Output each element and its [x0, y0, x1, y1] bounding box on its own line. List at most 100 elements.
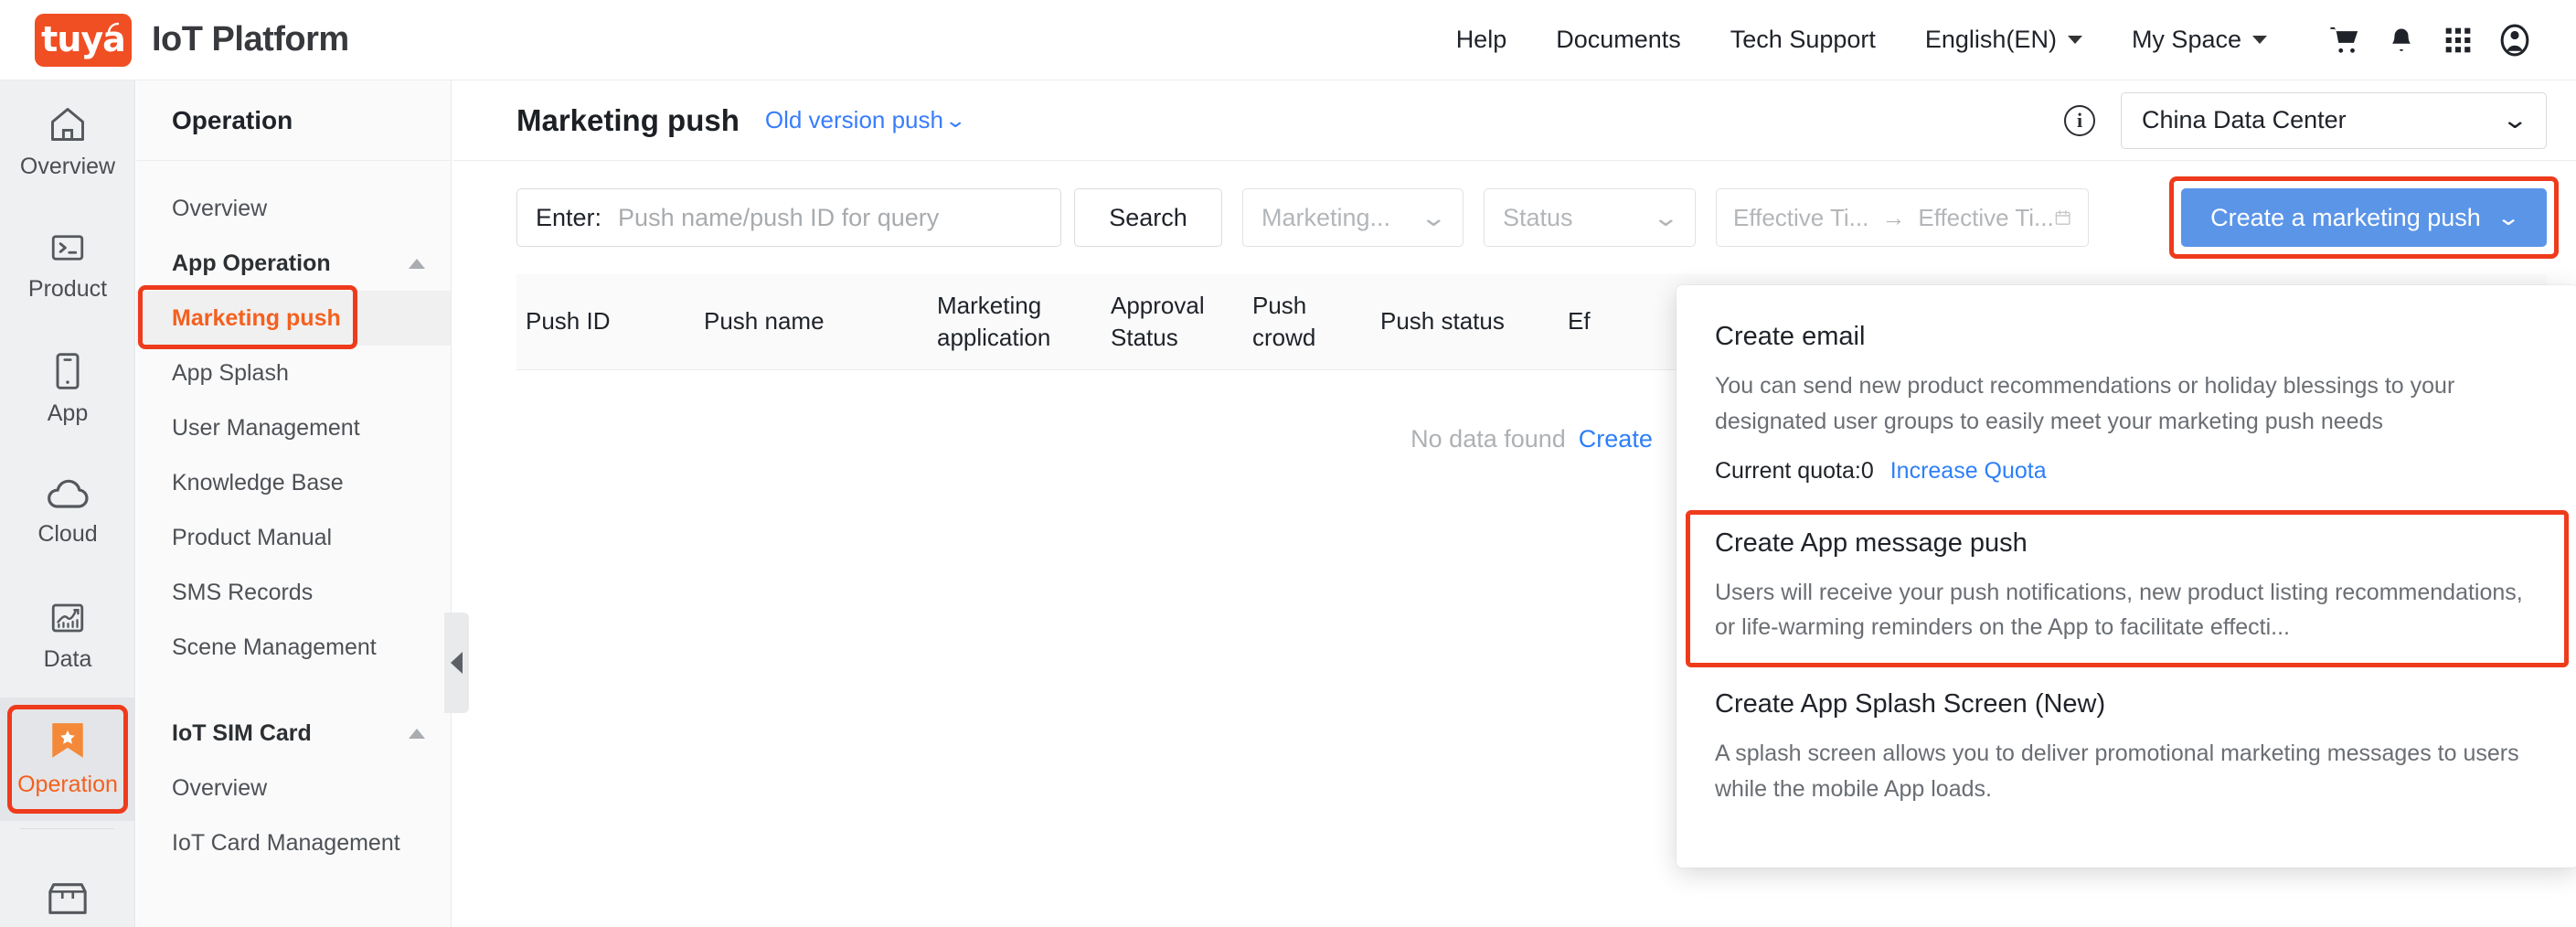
effective-time-start: Effective Ti... — [1733, 203, 1869, 231]
box-icon — [48, 882, 87, 914]
data-center-value: China Data Center — [2142, 106, 2347, 133]
empty-state-create-link[interactable]: Create — [1579, 425, 1653, 453]
nav-help[interactable]: Help — [1456, 26, 1507, 54]
bookmark-star-icon — [52, 723, 83, 758]
column-header-push-name: Push name — [704, 307, 825, 336]
sidebar-item-extra[interactable] — [0, 836, 135, 927]
chevron-up-icon — [409, 258, 425, 269]
menu-item-create-app-message-push-title: Create App message push — [1715, 527, 2028, 558]
sidebar-group-iot-sim-card[interactable]: IoT SIM Card — [136, 706, 451, 761]
sidebar-item-sms-records-label: SMS Records — [172, 579, 314, 605]
home-icon — [51, 108, 84, 141]
search-box[interactable]: Enter: — [516, 188, 1061, 247]
sidebar-group-app-operation-label: App Operation — [172, 250, 331, 276]
create-marketing-push-label: Create a marketing push — [2210, 203, 2481, 231]
rail-divider — [20, 828, 114, 829]
sidebar-item-sim-overview[interactable]: Overview — [136, 761, 451, 815]
search-button[interactable]: Search — [1074, 188, 1222, 247]
effective-time-range-picker[interactable]: Effective Ti... → Effective Ti... — [1716, 188, 2089, 247]
brand-logo[interactable]: tuya IoT Platform — [35, 13, 349, 67]
effective-time-end: Effective Ti... — [1918, 203, 2054, 231]
nav-documents[interactable]: Documents — [1556, 26, 1681, 54]
phone-icon — [56, 353, 80, 389]
menu-item-create-email-title: Create email — [1715, 322, 1866, 351]
menu-item-create-email-desc: You can send new product recommendations… — [1715, 373, 2455, 434]
calendar-icon — [2055, 210, 2070, 225]
marketing-application-filter-label: Marketing... — [1261, 203, 1391, 231]
sidebar-item-product-manual-label: Product Manual — [172, 524, 333, 550]
sidebar-item-product-manual[interactable]: Product Manual — [136, 510, 451, 565]
old-version-push-link[interactable]: Old version push ⌄ — [765, 106, 967, 134]
top-bar: tuya IoT Platform Help Documents Tech Su… — [0, 0, 2576, 80]
sidebar-collapse-handle[interactable] — [444, 613, 469, 713]
date-range-arrow-icon: → — [1881, 203, 1906, 231]
nav-language-label: English(EN) — [1924, 26, 2057, 53]
sidebar-item-data-label: Data — [43, 646, 92, 672]
email-quota-label: Current quota:0 — [1715, 457, 1874, 484]
sidebar-item-iot-card-management[interactable]: IoT Card Management — [136, 815, 451, 870]
sidebar-item-iot-card-management-label: IoT Card Management — [172, 829, 400, 856]
sidebar-section-title: Operation — [136, 80, 451, 161]
marketing-application-filter[interactable]: Marketing... ⌄ — [1242, 188, 1464, 247]
chart-icon — [51, 603, 84, 633]
chevron-down-icon: ⌄ — [2501, 106, 2529, 133]
bell-icon[interactable] — [2373, 20, 2430, 60]
sidebar-item-operation-label: Operation — [17, 772, 118, 797]
sidebar-item-app-label: App — [47, 400, 89, 426]
data-center-selector[interactable]: China Data Center ⌄ — [2121, 91, 2547, 149]
nav-language-selector[interactable]: English(EN) — [1925, 26, 2082, 54]
create-marketing-push-button[interactable]: Create a marketing push ⌄ — [2181, 188, 2547, 247]
brand-title: IoT Platform — [152, 20, 349, 59]
tuya-logo-icon: tuya — [35, 13, 132, 67]
menu-item-create-email[interactable]: Create email You can send new product re… — [1677, 302, 2576, 508]
sidebar-item-marketing-push[interactable]: Marketing push — [136, 285, 451, 349]
sidebar-item-app[interactable]: App — [0, 327, 135, 451]
info-icon[interactable]: i — [2064, 104, 2095, 136]
apps-grid-icon[interactable] — [2430, 20, 2486, 60]
chevron-down-icon: ⌄ — [1652, 203, 1680, 231]
sidebar-item-overview-sub[interactable]: Overview — [136, 181, 451, 236]
increase-quota-link[interactable]: Increase Quota — [1890, 458, 2047, 485]
secondary-sidebar: Operation Overview App Operation Marketi… — [136, 80, 452, 927]
terminal-icon — [51, 235, 84, 261]
chevron-up-icon — [409, 728, 425, 739]
sidebar-item-user-management[interactable]: User Management — [136, 400, 451, 455]
sidebar-item-product-label: Product — [27, 276, 108, 302]
sidebar-item-product[interactable]: Product — [0, 204, 135, 327]
sidebar-item-knowledge-base-label: Knowledge Base — [172, 469, 344, 495]
sidebar-item-data[interactable]: Data — [0, 574, 135, 698]
sidebar-item-overview-label: Overview — [19, 154, 116, 179]
cart-icon[interactable] — [2316, 20, 2373, 60]
sidebar-item-sms-records[interactable]: SMS Records — [136, 565, 451, 620]
sidebar-item-operation[interactable]: Operation — [0, 698, 135, 821]
menu-item-create-app-splash-screen[interactable]: Create App Splash Screen (New) A splash … — [1677, 669, 2576, 831]
sidebar-group-app-operation[interactable]: App Operation — [136, 236, 451, 291]
cloud-icon — [48, 479, 89, 508]
nav-tech-support[interactable]: Tech Support — [1730, 26, 1876, 54]
column-header-push-status: Push status — [1380, 307, 1505, 336]
sidebar-item-scene-management-label: Scene Management — [172, 634, 377, 660]
chevron-down-icon — [2067, 36, 2082, 44]
sidebar-item-overview-sub-label: Overview — [172, 195, 268, 221]
create-push-button-wrapper: Create a marketing push ⌄ — [2169, 176, 2559, 259]
column-header-push-crowd: Push crowd — [1252, 291, 1316, 351]
menu-item-create-app-splash-screen-title: Create App Splash Screen (New) — [1715, 689, 2106, 719]
menu-item-create-app-splash-screen-desc: A splash screen allows you to deliver pr… — [1715, 741, 2519, 802]
user-avatar-icon[interactable] — [2486, 20, 2543, 60]
sidebar-item-overview[interactable]: Overview — [0, 80, 135, 204]
menu-item-create-app-message-push[interactable]: Create App message push Users will recei… — [1677, 508, 2576, 670]
column-header-push-id: Push ID — [526, 307, 611, 336]
search-input[interactable] — [618, 203, 1042, 232]
sidebar-item-scene-management[interactable]: Scene Management — [136, 620, 451, 675]
sidebar-item-knowledge-base[interactable]: Knowledge Base — [136, 455, 451, 510]
status-filter[interactable]: Status ⌄ — [1484, 188, 1696, 247]
chevron-down-icon: ⌄ — [2496, 205, 2521, 230]
sidebar-item-user-management-label: User Management — [172, 414, 360, 441]
nav-my-space[interactable]: My Space — [2132, 26, 2267, 54]
sidebar-item-app-splash[interactable]: App Splash — [136, 346, 451, 400]
chevron-down-icon: ⌄ — [1420, 203, 1448, 231]
filter-toolbar: Enter: Search Marketing... ⌄ Status ⌄ Ef… — [452, 161, 2576, 259]
column-header-approval-status: Approval Status — [1111, 291, 1205, 351]
sidebar-item-cloud[interactable]: Cloud — [0, 451, 135, 574]
